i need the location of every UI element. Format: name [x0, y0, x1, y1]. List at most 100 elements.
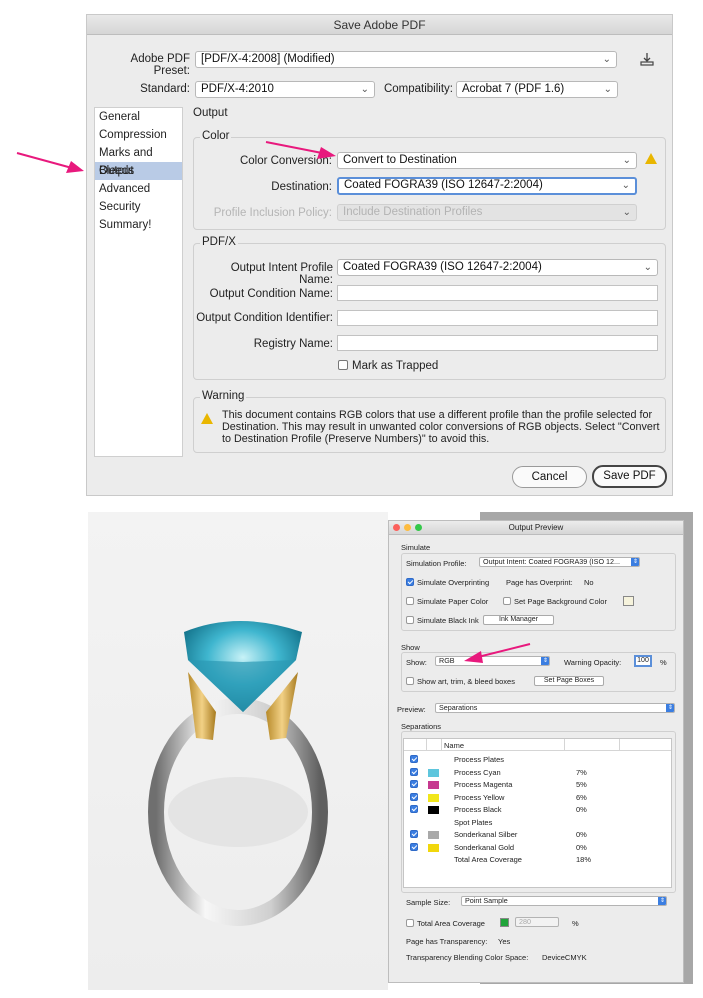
preset-label: Adobe PDF Preset:: [130, 53, 190, 77]
table-row[interactable]: Process Yellow 6%: [404, 792, 671, 803]
separations-title: Separations: [401, 722, 442, 731]
mark-trapped-checkbox[interactable]: [338, 360, 348, 370]
color-conversion-select[interactable]: Convert to Destination ⌄: [337, 152, 637, 169]
close-icon[interactable]: [393, 524, 400, 531]
save-pdf-button[interactable]: Save PDF: [592, 465, 667, 488]
sample-size-select[interactable]: Point Sample ⇕: [461, 896, 667, 906]
page-bg-checkbox[interactable]: [503, 597, 511, 605]
output-intent-label: Output Intent Profile Name:: [230, 262, 333, 286]
sample-size-value: Point Sample: [465, 896, 508, 905]
sim-profile-value: Output Intent: Coated FOGRA39 (ISO 12...: [483, 557, 621, 566]
simulate-overprint-checkbox[interactable]: [406, 578, 414, 586]
row-name: Process Cyan: [454, 767, 501, 777]
registry-name-label: Registry Name:: [253, 338, 333, 350]
sim-profile-select[interactable]: Output Intent: Coated FOGRA39 (ISO 12...…: [479, 557, 640, 567]
col-divider: [619, 739, 620, 751]
total-area-percent: %: [572, 919, 579, 928]
row-visibility-checkbox[interactable]: [410, 792, 418, 801]
nav-item-marks-bleeds[interactable]: Marks and Bleeds: [95, 144, 182, 177]
table-row[interactable]: Process Magenta 5%: [404, 779, 671, 790]
standard-select[interactable]: PDF/X-4:2010 ⌄: [195, 81, 375, 98]
separations-table: Name Process Plates Process Cyan 7% Proc…: [403, 738, 672, 888]
row-value: 18%: [576, 855, 592, 864]
chevron-down-icon: ⌄: [622, 207, 631, 218]
row-visibility-checkbox[interactable]: [410, 767, 418, 776]
registry-name-input[interactable]: [337, 335, 658, 351]
cancel-button[interactable]: Cancel: [512, 466, 587, 488]
total-area-checkbox[interactable]: [406, 919, 414, 927]
black-ink-label: Simulate Black Ink: [417, 616, 479, 625]
stepper-icon: ⇕: [631, 558, 639, 566]
total-area-color-swatch[interactable]: [500, 918, 509, 927]
show-boxes-checkbox[interactable]: [406, 677, 414, 685]
minimize-icon[interactable]: [404, 524, 411, 531]
nav-item-summary[interactable]: Summary!: [95, 216, 182, 234]
row-visibility-checkbox[interactable]: [410, 842, 418, 851]
table-row[interactable]: Process Cyan 7%: [404, 767, 671, 778]
row-name: Process Yellow: [454, 792, 505, 802]
preview-select[interactable]: Separations ⇕: [435, 703, 675, 713]
paper-color-checkbox[interactable]: [406, 597, 414, 605]
row-swatch: [428, 781, 439, 789]
row-swatch: [428, 843, 439, 852]
preview-value: Separations: [439, 703, 478, 712]
row-visibility-checkbox[interactable]: [410, 830, 418, 838]
row-visibility-checkbox[interactable]: [410, 805, 418, 813]
preset-select[interactable]: [PDF/X-4:2008] (Modified) ⌄: [195, 51, 617, 68]
nav-item-general[interactable]: General: [95, 108, 182, 126]
show-boxes-label: Show art, trim, & bleed boxes: [417, 677, 515, 686]
page-bg-swatch[interactable]: [623, 596, 634, 606]
warning-opacity-percent: %: [660, 658, 667, 667]
compatibility-value: Acrobat 7 (PDF 1.6): [462, 83, 565, 95]
pdfx-group-title: PDF/X: [200, 236, 238, 248]
nav-item-advanced[interactable]: Advanced: [95, 180, 182, 198]
row-name: Spot Plates: [454, 817, 493, 827]
sim-profile-label: Simulation Profile:: [406, 559, 467, 568]
nav-item-compression[interactable]: Compression: [95, 126, 182, 144]
output-intent-select[interactable]: Coated FOGRA39 (ISO 12647-2:2004) ⌄: [337, 259, 658, 276]
nav-item-security[interactable]: Security: [95, 198, 182, 216]
compatibility-select[interactable]: Acrobat 7 (PDF 1.6) ⌄: [456, 81, 618, 98]
output-condition-name-input[interactable]: [337, 285, 658, 301]
set-page-boxes-button[interactable]: Set Page Boxes: [534, 676, 604, 686]
warning-opacity-input[interactable]: 100: [634, 655, 652, 667]
row-visibility-checkbox[interactable]: [410, 780, 418, 788]
row-name: Process Plates: [454, 755, 505, 764]
save-preset-icon[interactable]: [639, 51, 655, 67]
row-name: Sonderkanal Silber: [454, 830, 518, 839]
table-row[interactable]: Spot Plates: [404, 817, 671, 828]
table-row[interactable]: Sonderkanal Gold 0%: [404, 842, 671, 853]
black-ink-checkbox[interactable]: [406, 616, 414, 624]
page-overprint-label: Page has Overprint:: [506, 578, 573, 587]
page-overprint-value: No: [584, 578, 594, 587]
chevron-down-icon: ⌄: [643, 262, 652, 273]
preview-label: Preview:: [397, 705, 426, 714]
section-title: Output: [193, 107, 228, 119]
zoom-icon[interactable]: [415, 524, 422, 531]
nav-item-output[interactable]: Output: [95, 162, 182, 180]
ink-manager-button[interactable]: Ink Manager: [483, 615, 554, 625]
destination-value: Coated FOGRA39 (ISO 12647-2:2004): [344, 179, 543, 191]
table-row[interactable]: Sonderkanal Silber 0%: [404, 829, 671, 840]
table-row[interactable]: Total Area Coverage 18%: [404, 854, 671, 865]
warning-text: This document contains RGB colors that u…: [222, 409, 660, 445]
total-area-value-select[interactable]: 280: [515, 917, 559, 927]
destination-label: Destination:: [271, 181, 332, 193]
col-name-header: Name: [444, 741, 465, 750]
table-row[interactable]: Process Plates: [404, 754, 671, 765]
row-visibility-checkbox[interactable]: [410, 755, 418, 763]
destination-select[interactable]: Coated FOGRA39 (ISO 12647-2:2004) ⌄: [337, 177, 637, 195]
output-condition-id-input[interactable]: [337, 310, 658, 326]
warning-group-title: Warning: [200, 390, 247, 402]
show-label: Show:: [406, 658, 427, 667]
sample-size-label: Sample Size:: [406, 898, 451, 907]
output-preview-title: Output Preview: [389, 521, 683, 535]
row-swatch: [428, 831, 439, 839]
show-title: Show: [401, 643, 420, 652]
preset-value: [PDF/X-4:2008] (Modified): [201, 53, 335, 65]
stepper-icon: ⇕: [666, 704, 674, 712]
color-group-title: Color: [200, 130, 232, 142]
profile-policy-select[interactable]: Include Destination Profiles ⌄: [337, 204, 637, 221]
table-header: Name: [404, 739, 671, 751]
table-row[interactable]: Process Black 0%: [404, 804, 671, 815]
